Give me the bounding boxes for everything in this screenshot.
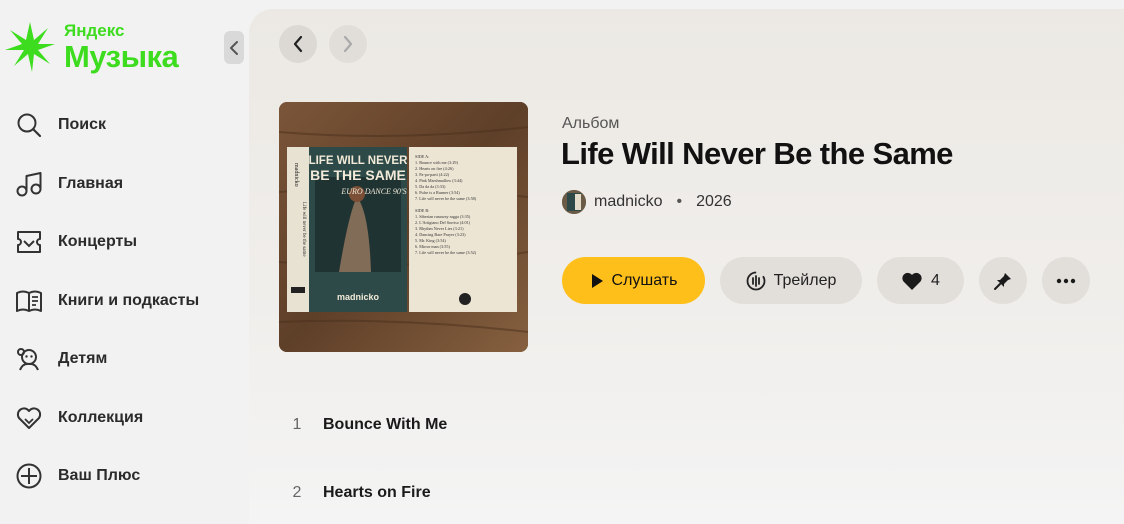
track-row[interactable]: 2 Hearts on Fire xyxy=(249,473,1124,513)
cover-side-b-label: SIDE B: xyxy=(415,208,429,213)
more-dots-icon xyxy=(1056,278,1076,283)
collapse-sidebar-button[interactable] xyxy=(224,31,244,64)
cover-track-line: 7. Life will never be the same (3:58) xyxy=(415,196,477,201)
cover-title-line2: BE THE SAME xyxy=(310,167,406,183)
cover-track-line: 6. Mirror man (3:55) xyxy=(415,244,450,249)
cover-track-line: 3. Rhythm Never Lies (3:21) xyxy=(415,226,464,231)
cover-spine-title: Life will never be the same xyxy=(301,202,306,257)
cover-track-line: 5. Da da da (3:33) xyxy=(415,184,446,189)
sidebar-item-label: Книги и подкасты xyxy=(58,291,200,309)
music-note-icon xyxy=(14,169,44,199)
ticket-icon xyxy=(14,227,44,257)
cover-side-a-label: SIDE A: xyxy=(415,154,429,159)
back-button[interactable] xyxy=(279,25,317,63)
meta-separator: • xyxy=(676,193,683,210)
cover-track-line: 4. Pink Marshmallow (3:44) xyxy=(415,178,463,183)
album-year: 2026 xyxy=(696,193,732,210)
likes-count: 4 xyxy=(931,271,940,289)
cover-track-line: 6. Pulse is a Runner (3:54) xyxy=(415,190,460,195)
chevron-left-icon xyxy=(293,35,303,53)
sidebar-item-label: Поиск xyxy=(58,116,107,134)
sidebar-item-label: Ваш Плюс xyxy=(58,467,141,485)
track-title: Bounce With Me xyxy=(323,416,448,433)
sidebar-item-label: Детям xyxy=(58,350,108,368)
sidebar-item-home[interactable]: Главная xyxy=(14,155,199,214)
cover-track-line: 2. L'Artigiano Del Sorriso (4:01) xyxy=(415,220,471,225)
sidebar: Яндекс Музыка Поиск Главная Концерты Кни… xyxy=(0,0,249,524)
cover-track-line: 2. Hearts on fire (4:26) xyxy=(415,166,454,171)
track-title: Hearts on Fire xyxy=(323,484,431,501)
sidebar-item-label: Главная xyxy=(58,174,124,192)
cover-artist: madnicko xyxy=(337,292,380,302)
book-icon xyxy=(14,286,44,316)
cover-track-line: 1. Bounce with me (3:29) xyxy=(415,160,459,165)
yandex-music-star-icon xyxy=(5,22,55,72)
logo-small-text: Яндекс xyxy=(64,21,125,40)
play-button-label: Слушать xyxy=(611,271,678,289)
pin-button[interactable] xyxy=(979,257,1027,304)
artist-name-link[interactable]: madnicko xyxy=(594,193,662,211)
album-actions: Слушать Трейлер 4 xyxy=(562,257,1105,304)
cover-track-line: 4. Dancing Bare Prayer (3:23) xyxy=(415,232,466,237)
app-window: Яндекс Музыка Поиск Главная Концерты Кни… xyxy=(0,0,1124,524)
logo-big-text: Музыка xyxy=(64,39,179,74)
play-icon xyxy=(591,273,603,288)
cover-subtitle: EURO DANCE 90'S xyxy=(340,187,406,196)
sidebar-item-label: Концерты xyxy=(58,233,137,251)
play-button[interactable]: Слушать xyxy=(562,257,705,304)
main-content: madnicko Life will never be the same LIF… xyxy=(249,9,1124,524)
trailer-button[interactable]: Трейлер xyxy=(720,257,862,304)
album-meta: madnicko • 2026 xyxy=(562,190,732,214)
chevron-right-icon xyxy=(343,35,353,53)
sidebar-item-label: Коллекция xyxy=(58,408,144,426)
search-icon xyxy=(14,110,44,140)
track-row[interactable]: 1 Bounce With Me xyxy=(249,405,1124,445)
sidebar-item-collection[interactable]: Коллекция xyxy=(14,389,199,448)
sidebar-item-search[interactable]: Поиск xyxy=(14,96,199,155)
cover-spine-artist: madnicko xyxy=(293,163,299,187)
cover-track-line: 1. Siberian runaway ragga (3:35) xyxy=(415,214,471,219)
sidebar-nav: Поиск Главная Концерты Книги и подкасты xyxy=(14,96,199,506)
logo[interactable]: Яндекс Музыка xyxy=(4,20,179,74)
artist-avatar[interactable] xyxy=(562,190,586,214)
cover-track-line: 3. Pa-pa-parti (4:22) xyxy=(415,172,450,177)
cover-title-line1: LIFE WILL NEVER xyxy=(309,155,409,167)
sidebar-item-concerts[interactable]: Концерты xyxy=(14,213,199,272)
album-title: Life Will Never Be the Same xyxy=(561,136,953,171)
sidebar-item-kids[interactable]: Детям xyxy=(14,330,199,389)
like-button[interactable]: 4 xyxy=(877,257,964,304)
sidebar-item-plus[interactable]: Ваш Плюс xyxy=(14,447,199,506)
album-cover[interactable]: madnicko Life will never be the same LIF… xyxy=(279,102,528,352)
heart-icon xyxy=(14,403,44,433)
heart-filled-icon xyxy=(902,272,922,290)
plus-circle-icon xyxy=(14,461,44,491)
forward-button[interactable] xyxy=(329,25,367,63)
cover-track-line: 5. Mr. King (3:54) xyxy=(415,238,446,243)
track-number: 2 xyxy=(292,484,302,501)
cover-track-line: 7. Life will never be the same (3:52) xyxy=(415,250,477,255)
album-type-label: Альбом xyxy=(562,115,620,132)
track-number: 1 xyxy=(292,416,302,433)
chevron-left-icon xyxy=(230,40,238,55)
kids-icon xyxy=(14,344,44,374)
trailer-icon xyxy=(746,271,766,290)
trailer-button-label: Трейлер xyxy=(773,271,837,289)
sidebar-item-books-podcasts[interactable]: Книги и подкасты xyxy=(14,272,199,331)
pin-icon xyxy=(994,272,1011,290)
more-options-button[interactable] xyxy=(1042,257,1090,304)
